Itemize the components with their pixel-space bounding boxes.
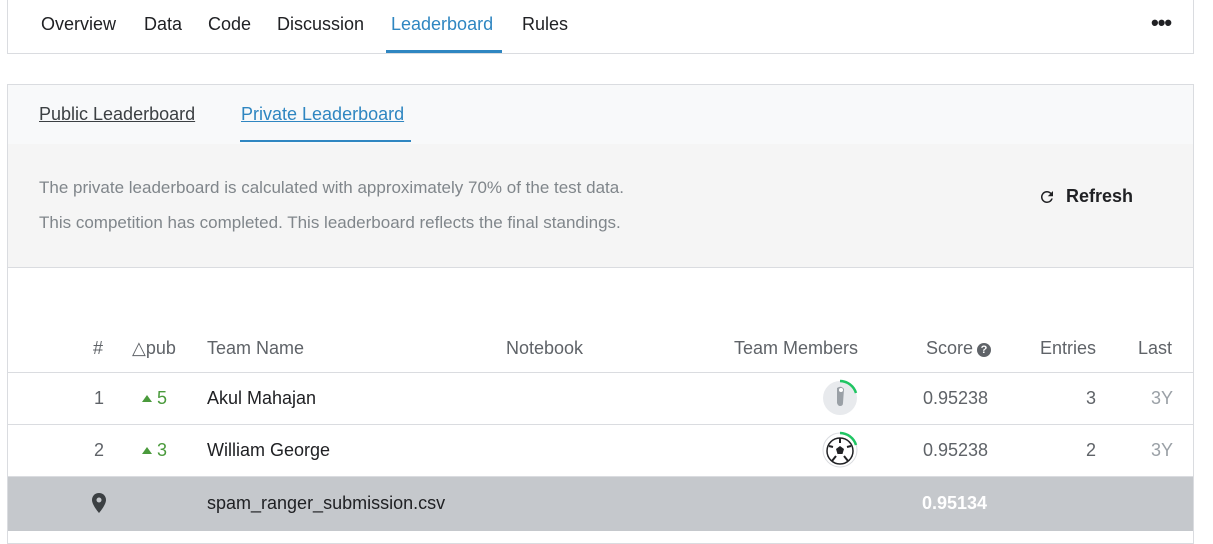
col-last[interactable]: Last — [1138, 338, 1172, 359]
competition-nav: Overview Data Code Discussion Leaderboar… — [7, 0, 1194, 54]
rank: 1 — [94, 388, 105, 408]
refresh-icon — [1040, 190, 1053, 203]
info-text-completed: This competition has completed. This lea… — [39, 213, 621, 232]
active-lb-tab-indicator — [240, 140, 411, 142]
col-notebook[interactable]: Notebook — [506, 338, 583, 359]
tab-private-leaderboard[interactable]: Private Leaderboard — [241, 104, 404, 125]
submission-filename: spam_ranger_submission.csv — [207, 493, 446, 513]
refresh-label: Refresh — [1066, 186, 1134, 206]
tab-leaderboard[interactable]: Leaderboard — [391, 14, 493, 35]
tab-public-leaderboard[interactable]: Public Leaderboard — [39, 104, 195, 125]
info-text-private: The private leaderboard is calculated wi… — [39, 178, 624, 197]
score: 0.95238 — [923, 388, 989, 408]
tab-overview[interactable]: Overview — [41, 14, 116, 35]
entries-count: 3 — [1086, 388, 1097, 408]
tab-data[interactable]: Data — [144, 14, 182, 35]
team-name[interactable]: Akul Mahajan — [207, 388, 316, 409]
last-submission: 3Y — [1151, 440, 1174, 460]
leaderboard-tabs: Public Leaderboard Private Leaderboard — [8, 85, 1193, 145]
rank-change: 5 — [142, 388, 167, 409]
table-row: 2 3 William George 0.95238 2 3Y — [8, 425, 1193, 477]
rank-change-value: 5 — [157, 388, 168, 408]
your-submission-row: spam_ranger_submission.csv 0.95134 — [8, 477, 1193, 531]
rank-change-value: 3 — [157, 440, 168, 460]
col-score-label: Score — [926, 338, 974, 358]
more-options-icon[interactable]: ••• — [1151, 10, 1172, 36]
last-submission: 3Y — [1151, 388, 1174, 408]
help-icon[interactable]: ? — [977, 343, 992, 357]
submission-score: 0.95134 — [922, 493, 988, 513]
leaderboard-info: The private leaderboard is calculated wi… — [8, 144, 1193, 268]
up-arrow-icon — [142, 447, 152, 454]
col-entries[interactable]: Entries — [1040, 338, 1096, 359]
rank: 2 — [94, 440, 105, 460]
col-rank[interactable]: # — [93, 338, 103, 359]
tab-rules[interactable]: Rules — [522, 14, 568, 35]
score: 0.95238 — [923, 440, 989, 460]
team-name[interactable]: William George — [207, 440, 330, 461]
table-row: 1 5 Akul Mahajan 0.95238 3 3Y — [8, 373, 1193, 425]
leaderboard-panel: Public Leaderboard Private Leaderboard T… — [7, 84, 1194, 544]
active-tab-indicator — [386, 50, 502, 53]
entries-count: 2 — [1086, 440, 1097, 460]
rank-change: 3 — [142, 440, 167, 461]
tab-code[interactable]: Code — [208, 14, 251, 35]
team-member-avatar[interactable] — [820, 378, 860, 418]
tab-discussion[interactable]: Discussion — [277, 14, 364, 35]
up-arrow-icon — [142, 395, 152, 402]
col-score[interactable]: Score? — [926, 338, 992, 359]
col-team-members[interactable]: Team Members — [734, 338, 858, 359]
col-delta-public[interactable]: △pub — [132, 338, 176, 359]
location-pin-icon — [92, 493, 106, 513]
team-member-avatar[interactable] — [820, 430, 860, 470]
col-team-name[interactable]: Team Name — [207, 338, 304, 359]
refresh-button[interactable]: Refresh — [1038, 186, 1133, 207]
